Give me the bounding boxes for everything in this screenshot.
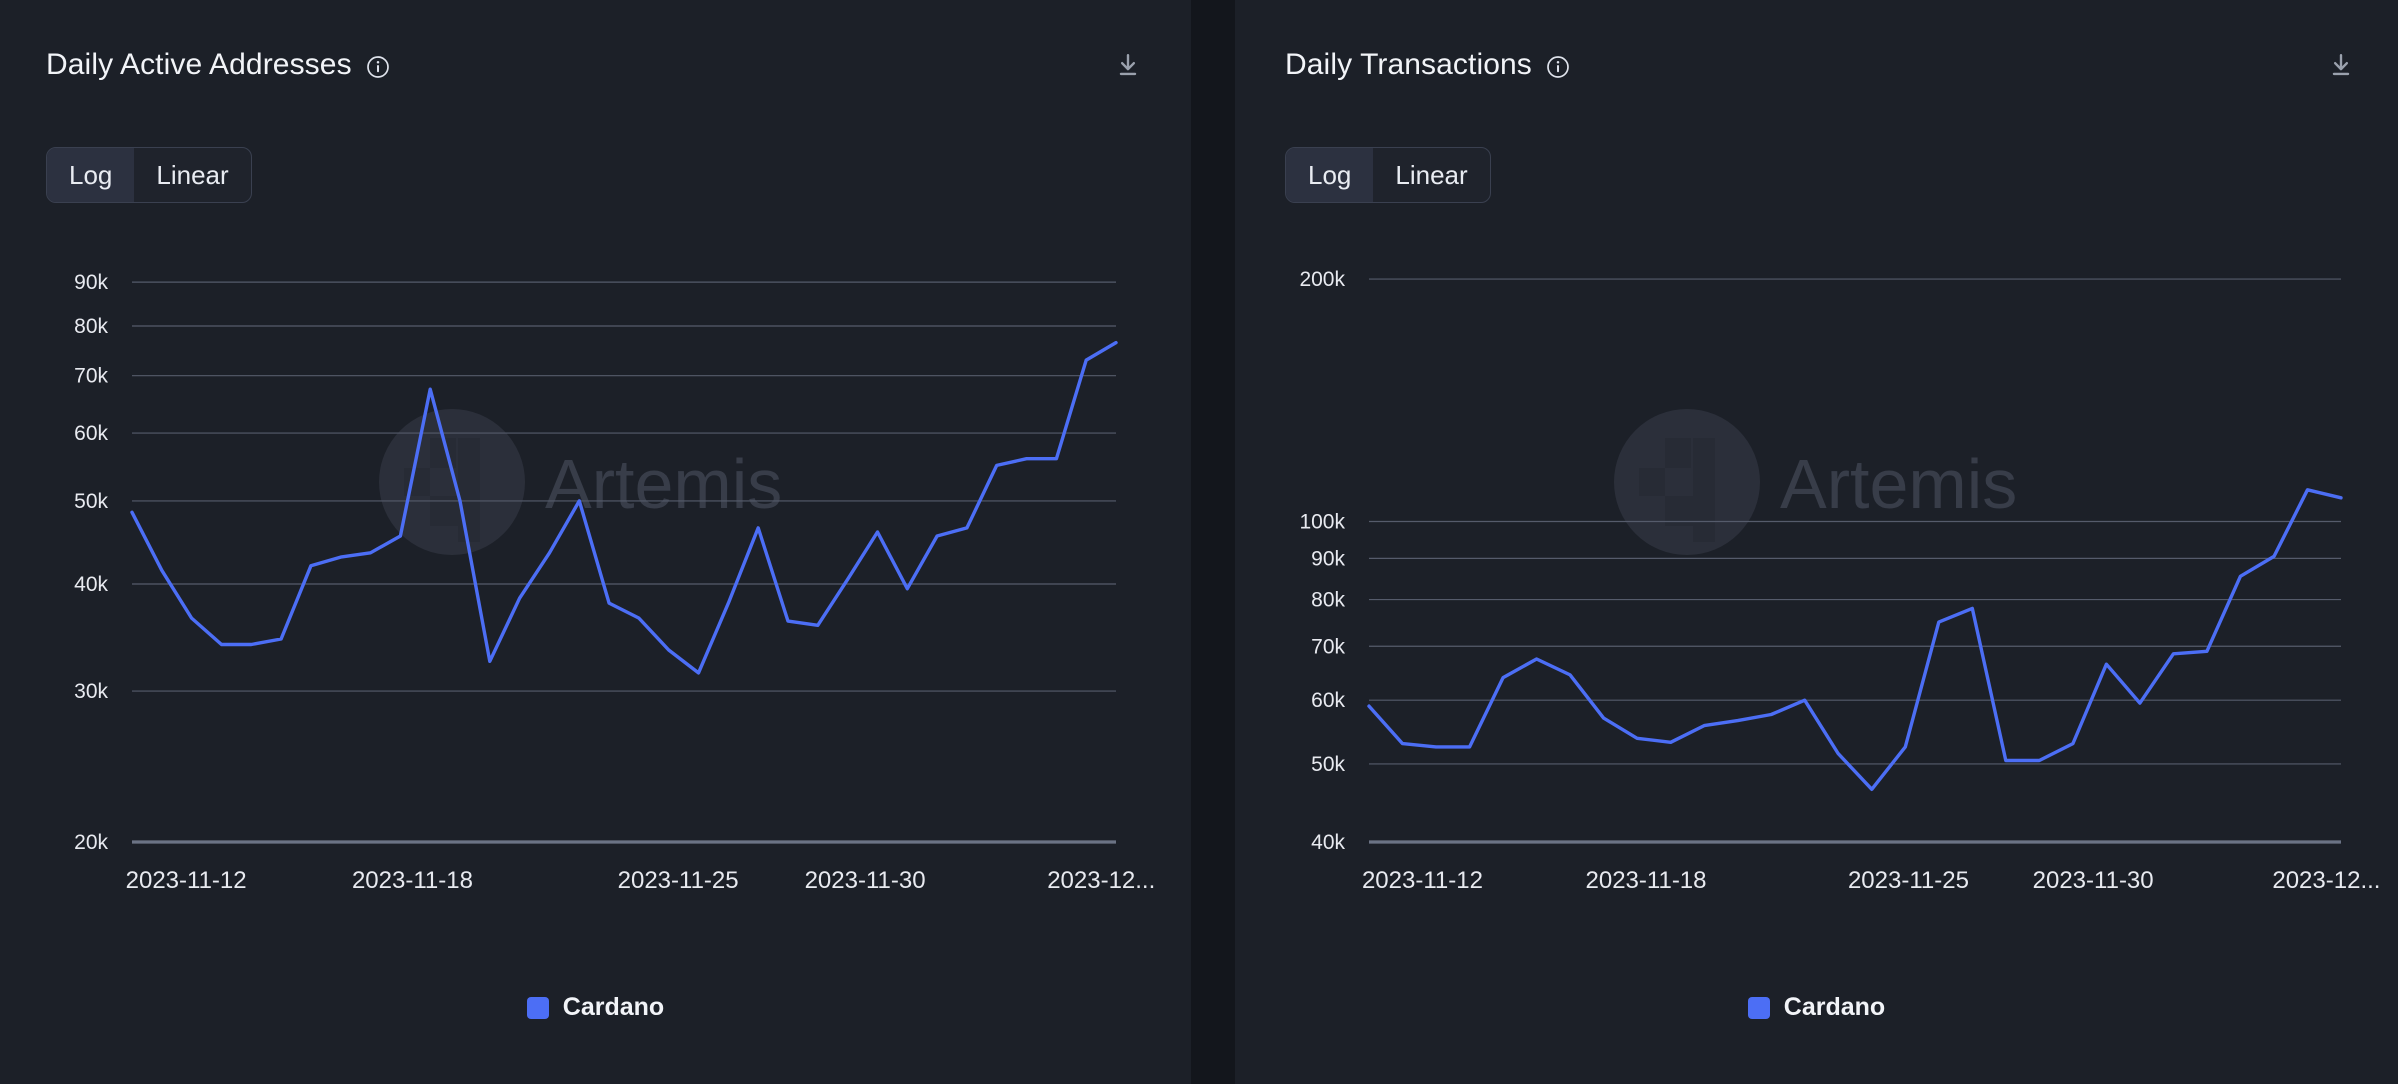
scale-toggle[interactable]: Log Linear bbox=[46, 147, 252, 203]
download-icon bbox=[2328, 52, 2354, 78]
toggle-option-log[interactable]: Log bbox=[1286, 148, 1373, 202]
panel-header: Daily Active Addresses bbox=[46, 44, 1145, 86]
x-axis-tick-label: 2023-12... bbox=[2272, 867, 2380, 894]
y-axis-tick-label: 80k bbox=[1311, 589, 1345, 612]
x-axis-tick-label: 2023-11-30 bbox=[2033, 867, 2154, 894]
legend-swatch-cardano bbox=[1748, 997, 1770, 1019]
x-axis-tick-label: 2023-11-30 bbox=[805, 867, 926, 894]
y-axis-tick-label: 200k bbox=[1299, 268, 1345, 291]
y-axis-tick-label: 50k bbox=[74, 490, 108, 513]
x-axis-tick-label: 2023-11-18 bbox=[352, 867, 473, 894]
download-button[interactable] bbox=[2324, 48, 2358, 82]
y-axis-tick-label: 60k bbox=[1311, 689, 1345, 712]
y-axis-tick-label: 60k bbox=[74, 422, 108, 445]
y-axis-tick-label: 90k bbox=[1311, 547, 1345, 570]
chart-legend: Cardano bbox=[0, 993, 1191, 1022]
y-axis-tick-label: 90k bbox=[74, 271, 108, 294]
toggle-option-linear[interactable]: Linear bbox=[1373, 148, 1489, 202]
y-axis-tick-label: 40k bbox=[1311, 831, 1345, 854]
panel-header: Daily Transactions bbox=[1285, 44, 2358, 86]
x-axis-tick-label: 2023-11-12 bbox=[126, 867, 247, 894]
watermark-text: Artemis bbox=[1780, 445, 2017, 523]
artemis-watermark: Artemis bbox=[379, 409, 782, 555]
x-axis-tick-label: 2023-12... bbox=[1047, 867, 1155, 894]
y-axis-tick-label: 70k bbox=[74, 365, 108, 388]
y-axis-tick-label: 50k bbox=[1311, 753, 1345, 776]
page-title: Daily Transactions bbox=[1285, 48, 1532, 82]
panel-divider bbox=[1191, 0, 1235, 1084]
charts-board: Daily Active Addresses Log Linear Art bbox=[0, 0, 2398, 1084]
download-button[interactable] bbox=[1111, 48, 1145, 82]
x-axis-tick-label: 2023-11-12 bbox=[1362, 867, 1483, 894]
legend-swatch-cardano bbox=[527, 997, 549, 1019]
toggle-option-log[interactable]: Log bbox=[47, 148, 134, 202]
x-axis-tick-label: 2023-11-25 bbox=[618, 867, 739, 894]
y-axis-tick-label: 80k bbox=[74, 315, 108, 338]
page-title: Daily Active Addresses bbox=[46, 48, 352, 82]
x-axis-tick-label: 2023-11-25 bbox=[1848, 867, 1969, 894]
series-line-cardano bbox=[1369, 490, 2341, 790]
toggle-option-linear[interactable]: Linear bbox=[134, 148, 250, 202]
y-axis-tick-label: 40k bbox=[74, 573, 108, 596]
scale-toggle[interactable]: Log Linear bbox=[1285, 147, 1491, 203]
panel-daily-active-addresses: Daily Active Addresses Log Linear Art bbox=[0, 0, 1191, 1084]
line-chart-daily-transactions[interactable]: Artemis 40k 50k 60k 70k 80k 90k 100k 200k 2023-11… bbox=[1235, 232, 2398, 922]
y-axis-tick-label: 30k bbox=[74, 680, 108, 703]
y-axis-tick-label: 20k bbox=[74, 831, 108, 854]
chart-plot-area[interactable]: Artemis 40k 50k 60k 70k 80k 90k 100k 200k 2023-11… bbox=[1235, 232, 2398, 922]
download-icon bbox=[1115, 52, 1141, 78]
line-chart-daily-active-addresses[interactable]: Artemis 20k 30k 40k 50k 60k 70k 80k 90k 2023-11-1… bbox=[0, 232, 1191, 922]
info-circle-icon[interactable] bbox=[366, 55, 390, 79]
legend-label-cardano: Cardano bbox=[563, 993, 664, 1022]
panel-daily-transactions: Daily Transactions Log Linear Artemis bbox=[1235, 0, 2398, 1084]
legend-label-cardano: Cardano bbox=[1784, 993, 1885, 1022]
y-axis-tick-label: 70k bbox=[1311, 635, 1345, 658]
artemis-watermark: Artemis bbox=[1614, 409, 2017, 555]
chart-plot-area[interactable]: Artemis 20k 30k 40k 50k 60k 70k 80k 90k 2023-11-1… bbox=[0, 232, 1191, 922]
title-group: Daily Active Addresses bbox=[46, 48, 390, 82]
x-axis-tick-label: 2023-11-18 bbox=[1586, 867, 1707, 894]
info-circle-icon[interactable] bbox=[1546, 55, 1570, 79]
title-group: Daily Transactions bbox=[1285, 48, 1570, 82]
y-axis-tick-label: 100k bbox=[1299, 511, 1345, 534]
chart-legend: Cardano bbox=[1235, 993, 2398, 1022]
